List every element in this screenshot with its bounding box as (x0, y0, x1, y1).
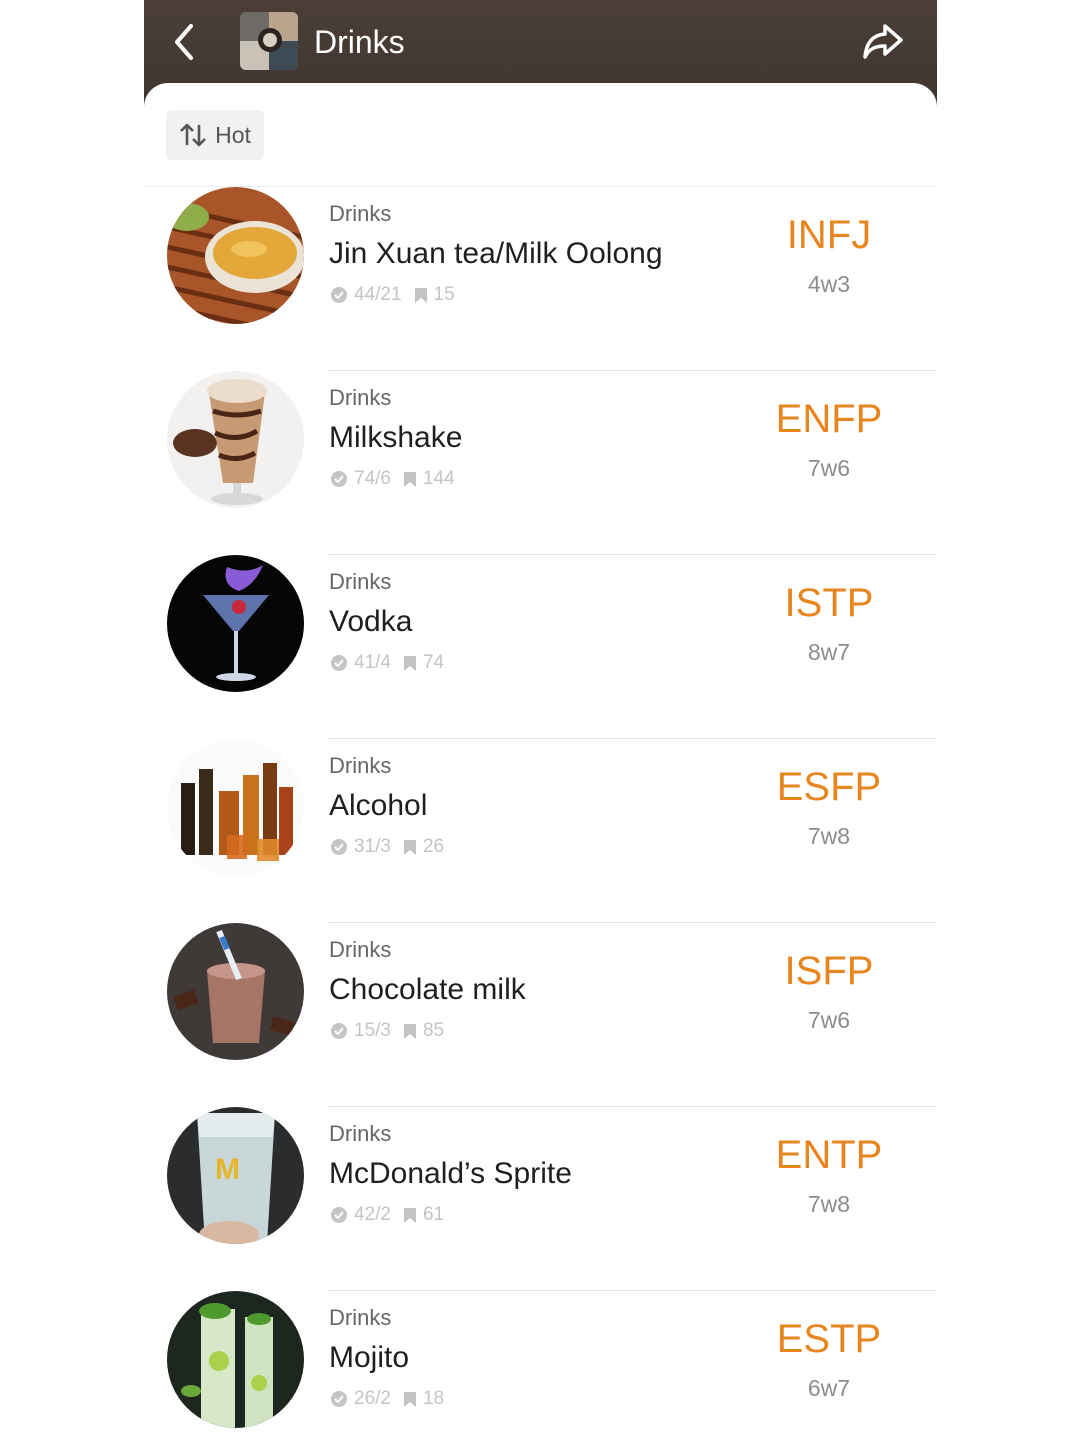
item-stats: 26/2 18 (330, 1388, 444, 1410)
item-stats: 42/2 61 (330, 1204, 444, 1226)
vote-count: 31/3 (354, 836, 391, 857)
item-list: Drinks Jin Xuan tea/Milk Oolong 44/21 15… (144, 187, 937, 1441)
bookmark-icon (414, 287, 428, 304)
vote-count: 26/2 (354, 1388, 391, 1409)
enneagram-wing: 8w7 (807, 639, 851, 665)
sort-button[interactable]: Hot (166, 110, 264, 160)
list-item[interactable]: Drinks Alcohol 31/3 26 ESFP 7w8 (144, 739, 937, 923)
bookmark-icon (403, 839, 417, 856)
item-image (167, 923, 304, 1060)
save-count: 144 (422, 468, 455, 489)
list-item[interactable]: Drinks Vodka 41/4 74 ISTP 8w7 (144, 555, 937, 739)
item-stats: 31/3 26 (330, 836, 444, 858)
mbti-type: ISFP (784, 949, 874, 993)
category-thumbnail (240, 12, 298, 70)
item-name: McDonald’s Sprite (329, 1157, 572, 1190)
item-name: Milkshake (329, 421, 463, 454)
enneagram-wing: 7w8 (807, 823, 851, 849)
vote-count: 41/4 (354, 652, 391, 673)
back-button[interactable] (162, 18, 206, 66)
item-category: Drinks (329, 753, 392, 778)
item-stats: 15/3 85 (330, 1020, 444, 1042)
check-circle-icon (330, 1390, 348, 1408)
svg-text:M: M (215, 1153, 240, 1186)
save-count: 61 (422, 1204, 445, 1225)
screen: Drinks Hot Drinks Jin Xuan tea/Milk Oolo… (144, 0, 937, 1441)
vote-count: 42/2 (354, 1204, 391, 1225)
list-item[interactable]: Drinks Chocolate milk 15/3 85 ISFP 7w6 (144, 923, 937, 1107)
item-image (167, 371, 304, 508)
mbti-type: ENTP (775, 1133, 883, 1177)
page-title: Drinks (314, 24, 405, 60)
check-circle-icon (330, 470, 348, 488)
list-item[interactable]: M Drinks McDonald’s Sprite 42/2 61 ENTP … (144, 1107, 937, 1291)
bookmark-icon (403, 1207, 417, 1224)
check-circle-icon (330, 286, 348, 304)
save-count: 74 (422, 652, 445, 673)
enneagram-wing: 6w7 (807, 1375, 851, 1401)
check-circle-icon (330, 654, 348, 672)
item-category: Drinks (329, 385, 392, 410)
chevron-left-icon (175, 24, 193, 60)
mbti-type: ESTP (776, 1317, 882, 1361)
vote-count: 44/21 (354, 284, 402, 305)
vote-count: 15/3 (354, 1020, 391, 1041)
bookmark-icon (403, 655, 417, 672)
list-item[interactable]: Drinks Jin Xuan tea/Milk Oolong 44/21 15… (144, 187, 937, 371)
enneagram-wing: 7w8 (807, 1191, 851, 1217)
item-stats: 74/6 144 (330, 468, 455, 490)
bookmark-icon (403, 1023, 417, 1040)
item-image (167, 739, 304, 876)
save-count: 15 (433, 284, 455, 305)
item-stats: 44/21 15 (330, 284, 455, 306)
check-circle-icon (330, 1206, 348, 1224)
mbti-type: ENFP (775, 397, 883, 441)
item-category: Drinks (329, 937, 392, 962)
save-count: 26 (422, 836, 445, 857)
sort-label: Hot (215, 121, 251, 148)
mbti-type: INFJ (786, 213, 872, 257)
mbti-type: ISTP (784, 581, 874, 625)
item-category: Drinks (329, 1305, 392, 1330)
item-name: Chocolate milk (329, 973, 526, 1006)
item-category: Drinks (329, 569, 392, 594)
item-stats: 41/4 74 (330, 652, 444, 674)
item-image: M (167, 1107, 304, 1244)
item-name: Jin Xuan tea/Milk Oolong (329, 237, 663, 270)
enneagram-wing: 7w6 (807, 1007, 851, 1033)
item-category: Drinks (329, 1121, 392, 1146)
item-image (167, 1291, 304, 1428)
list-item[interactable]: Drinks Milkshake 74/6 144 ENFP 7w6 (144, 371, 937, 555)
sort-bar: Hot (144, 83, 937, 187)
enneagram-wing: 7w6 (807, 455, 851, 481)
item-name: Alcohol (329, 789, 428, 822)
mbti-type: ESFP (776, 765, 882, 809)
item-image (167, 187, 304, 324)
item-name: Vodka (329, 605, 413, 638)
check-circle-icon (330, 838, 348, 856)
save-count: 85 (422, 1020, 445, 1041)
enneagram-wing: 4w3 (807, 271, 851, 297)
bookmark-icon (403, 471, 417, 488)
item-name: Mojito (329, 1341, 410, 1374)
share-icon (863, 24, 903, 59)
bookmark-icon (403, 1391, 417, 1408)
vote-count: 74/6 (354, 468, 391, 489)
item-category: Drinks (329, 201, 392, 226)
sort-icon (180, 123, 207, 147)
check-circle-icon (330, 1022, 348, 1040)
list-item[interactable]: Drinks Mojito 26/2 18 ESTP 6w7 (144, 1291, 937, 1441)
share-button[interactable] (859, 18, 907, 66)
save-count: 18 (422, 1388, 445, 1409)
item-image (167, 555, 304, 692)
